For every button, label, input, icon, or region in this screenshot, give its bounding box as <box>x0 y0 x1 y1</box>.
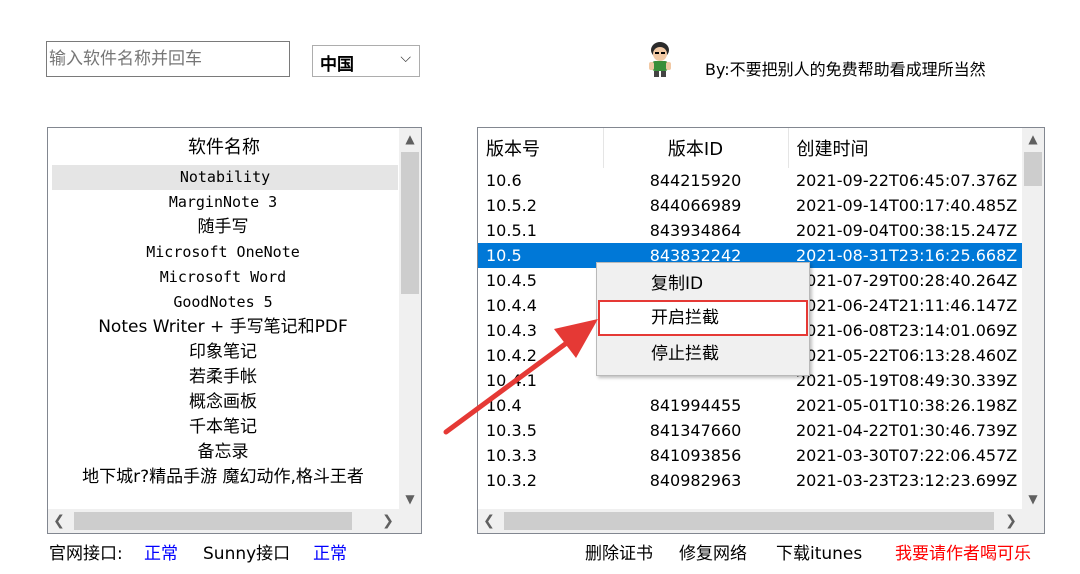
annotation-arrow <box>443 319 598 435</box>
donate-link[interactable]: 我要请作者喝可乐 <box>895 542 1031 566</box>
download-itunes-link[interactable]: 下载itunes <box>776 542 862 566</box>
status-official-value: 正常 <box>144 544 178 564</box>
status-official-label: 官网接口: <box>49 544 123 564</box>
delete-cert-link[interactable]: 删除证书 <box>585 542 653 566</box>
repair-network-link[interactable]: 修复网络 <box>679 542 747 566</box>
status-sunny-label: Sunny接口 <box>203 544 291 564</box>
status-sunny-value: 正常 <box>313 544 347 564</box>
